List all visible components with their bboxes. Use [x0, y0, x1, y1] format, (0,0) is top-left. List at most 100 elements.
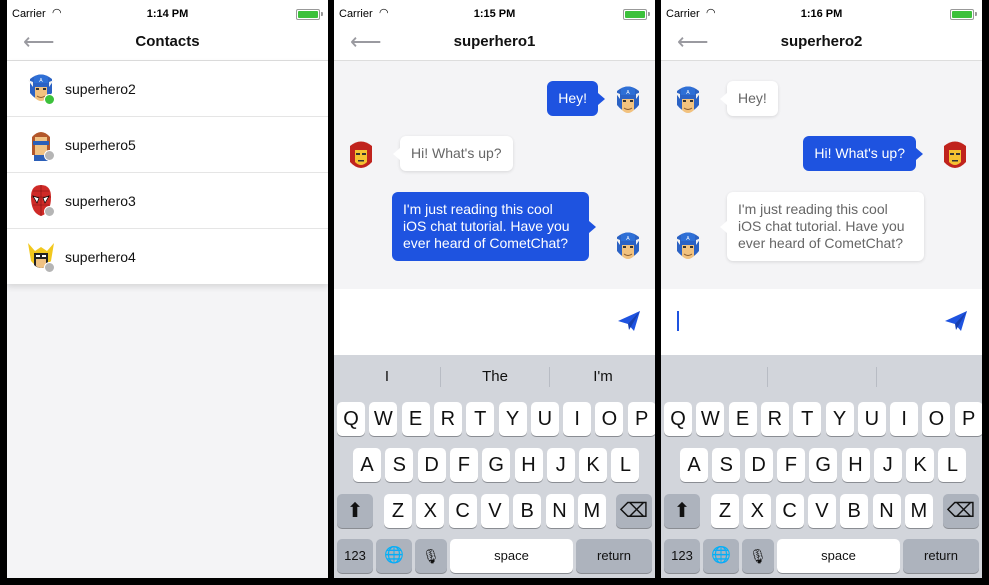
message-input[interactable]: [350, 313, 600, 333]
offline-status-dot: [44, 206, 55, 217]
key-q[interactable]: Q: [664, 402, 692, 436]
key-y[interactable]: Y: [825, 402, 854, 436]
suggestion[interactable]: I'm: [550, 368, 655, 385]
send-icon[interactable]: [944, 310, 968, 332]
space-key[interactable]: space: [450, 539, 573, 573]
key-e[interactable]: E: [401, 402, 430, 436]
message-bubble: Hi! What's up?: [393, 136, 513, 171]
message-input[interactable]: [677, 313, 927, 333]
contact-row[interactable]: superhero3: [7, 173, 328, 229]
key-k[interactable]: K: [579, 448, 608, 482]
key-m[interactable]: M: [904, 494, 933, 528]
key-t[interactable]: T: [793, 402, 822, 436]
contact-name: superhero3: [65, 193, 136, 209]
key-x[interactable]: X: [743, 494, 772, 528]
contact-row[interactable]: superhero5: [7, 117, 328, 173]
contact-list: superhero2 superhero5 superhero3 superhe…: [7, 61, 328, 284]
key-r[interactable]: R: [760, 402, 789, 436]
key-n[interactable]: N: [872, 494, 901, 528]
key-y[interactable]: Y: [498, 402, 527, 436]
message-list: Hey! Hi! What's up? I'm just reading thi…: [334, 61, 655, 289]
globe-icon[interactable]: 🌐: [376, 539, 412, 573]
key-r[interactable]: R: [433, 402, 462, 436]
key-l[interactable]: L: [938, 448, 967, 482]
key-w[interactable]: W: [696, 402, 725, 436]
contact-row[interactable]: superhero2: [7, 61, 328, 117]
key-l[interactable]: L: [611, 448, 640, 482]
delete-icon[interactable]: ⌫: [616, 494, 652, 528]
key-t[interactable]: T: [466, 402, 495, 436]
key-c[interactable]: C: [448, 494, 477, 528]
microphone-icon[interactable]: 🎙: [415, 539, 447, 573]
key-m[interactable]: M: [577, 494, 606, 528]
key-b[interactable]: B: [513, 494, 542, 528]
key-g[interactable]: G: [809, 448, 838, 482]
offline-status-dot: [44, 262, 55, 273]
page-title: Contacts: [135, 33, 200, 50]
message-composer: [334, 289, 655, 355]
key-a[interactable]: A: [353, 448, 381, 482]
captain-america-avatar: [675, 232, 701, 260]
globe-icon[interactable]: 🌐: [703, 539, 739, 573]
key-p[interactable]: P: [627, 402, 655, 436]
key-v[interactable]: V: [807, 494, 836, 528]
iron-man-avatar: [350, 141, 372, 168]
suggestion[interactable]: I: [334, 368, 440, 385]
return-key[interactable]: return: [576, 539, 652, 573]
key-k[interactable]: K: [906, 448, 935, 482]
key-j[interactable]: J: [546, 448, 575, 482]
key-n[interactable]: N: [545, 494, 574, 528]
key-z[interactable]: Z: [711, 494, 739, 528]
status-bar: Carrier ◠ 1:15 PM: [334, 0, 655, 28]
chat-screen-superhero2: Carrier ◠ 1:16 PM ⟵ superhero2 Hey! Hi! …: [661, 0, 982, 578]
online-status-dot: [44, 94, 55, 105]
key-s[interactable]: S: [385, 448, 414, 482]
key-x[interactable]: X: [416, 494, 445, 528]
delete-icon[interactable]: ⌫: [943, 494, 979, 528]
suggestion[interactable]: The: [442, 368, 548, 385]
offline-status-dot: [44, 150, 55, 161]
key-p[interactable]: P: [954, 402, 982, 436]
status-bar: Carrier ◠ 1:14 PM: [7, 0, 328, 28]
contact-row[interactable]: superhero4: [7, 229, 328, 284]
key-o[interactable]: O: [922, 402, 951, 436]
page-title: superhero1: [453, 33, 536, 50]
key-u[interactable]: U: [857, 402, 886, 436]
key-a[interactable]: A: [680, 448, 708, 482]
key-i[interactable]: I: [890, 402, 919, 436]
key-g[interactable]: G: [482, 448, 511, 482]
numbers-key[interactable]: 123: [337, 539, 373, 573]
message-bubble: I'm just reading this cool iOS chat tuto…: [720, 192, 924, 261]
key-h[interactable]: H: [514, 448, 543, 482]
send-icon[interactable]: [617, 310, 641, 332]
key-v[interactable]: V: [480, 494, 509, 528]
key-z[interactable]: Z: [384, 494, 412, 528]
navigation-bar: ⟵ superhero2: [661, 28, 982, 61]
key-i[interactable]: I: [563, 402, 592, 436]
contact-name: superhero5: [65, 137, 136, 153]
key-e[interactable]: E: [728, 402, 757, 436]
key-d[interactable]: D: [417, 448, 446, 482]
key-h[interactable]: H: [841, 448, 870, 482]
contact-name: superhero2: [65, 81, 136, 97]
key-d[interactable]: D: [744, 448, 773, 482]
space-key[interactable]: space: [777, 539, 900, 573]
page-title: superhero2: [780, 33, 863, 50]
message-bubble: I'm just reading this cool iOS chat tuto…: [392, 192, 596, 261]
key-b[interactable]: B: [840, 494, 869, 528]
shift-icon[interactable]: ⬆: [337, 494, 373, 528]
return-key[interactable]: return: [903, 539, 979, 573]
microphone-icon[interactable]: 🎙: [742, 539, 774, 573]
battery-icon: [623, 9, 650, 20]
key-u[interactable]: U: [530, 402, 559, 436]
key-j[interactable]: J: [873, 448, 902, 482]
key-w[interactable]: W: [369, 402, 398, 436]
key-s[interactable]: S: [712, 448, 741, 482]
key-c[interactable]: C: [775, 494, 804, 528]
key-f[interactable]: F: [776, 448, 805, 482]
key-f[interactable]: F: [449, 448, 478, 482]
key-q[interactable]: Q: [337, 402, 365, 436]
shift-icon[interactable]: ⬆: [664, 494, 700, 528]
key-o[interactable]: O: [595, 402, 624, 436]
numbers-key[interactable]: 123: [664, 539, 700, 573]
